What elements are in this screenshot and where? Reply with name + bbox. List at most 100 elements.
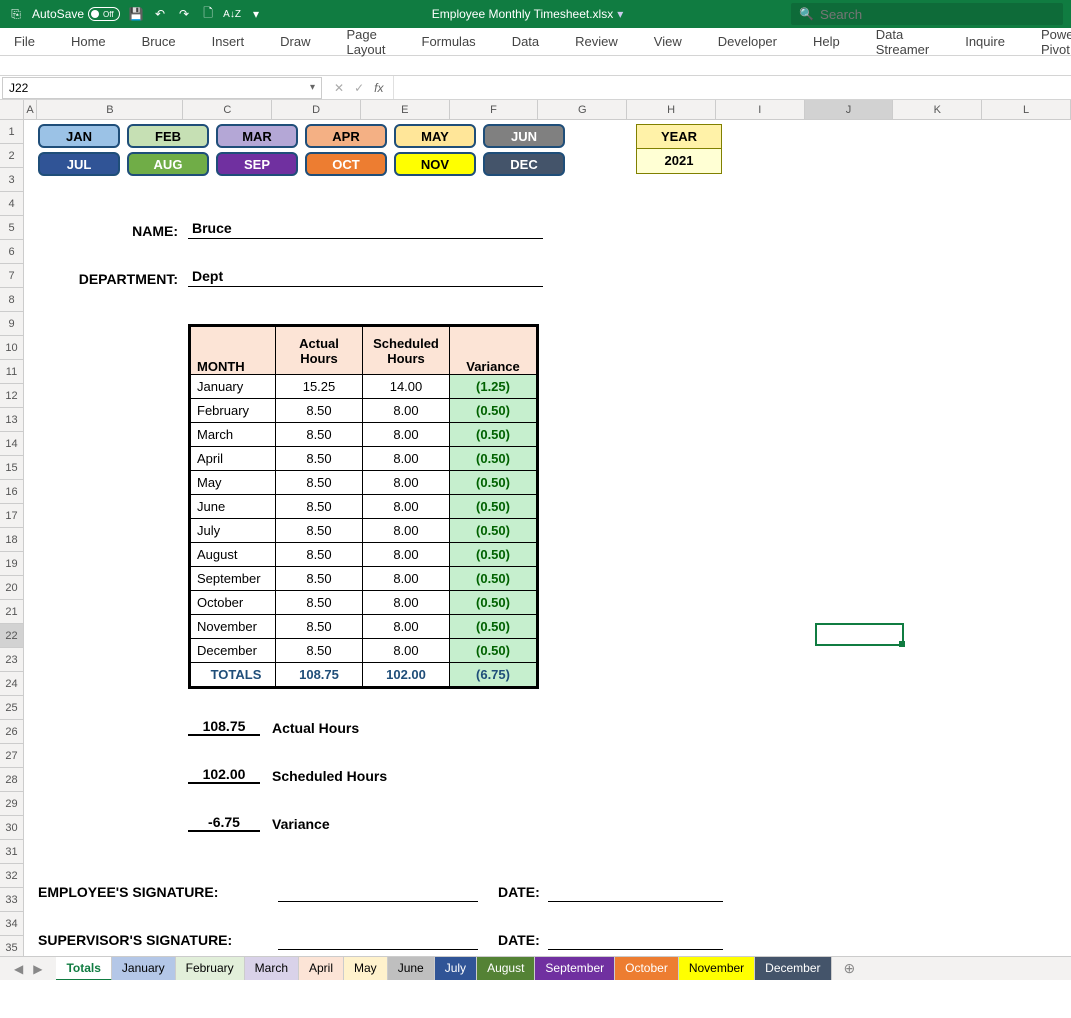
department-value[interactable]: Dept [188, 268, 543, 287]
ribbon-tab-review[interactable]: Review [571, 34, 622, 49]
ribbon-tab-power-pivot[interactable]: Power Pivot [1037, 27, 1071, 57]
ribbon-tab-insert[interactable]: Insert [208, 34, 249, 49]
ribbon-tab-file[interactable]: File [10, 34, 39, 49]
col-header-A[interactable]: A [24, 100, 38, 119]
ribbon-tab-draw[interactable]: Draw [276, 34, 314, 49]
row-header-8[interactable]: 8 [0, 288, 24, 312]
row-header-32[interactable]: 32 [0, 864, 24, 888]
month-button-nov[interactable]: NOV [394, 152, 476, 176]
col-header-G[interactable]: G [538, 100, 627, 119]
new-sheet-button[interactable]: ⊕ [832, 960, 868, 977]
row-header-19[interactable]: 19 [0, 552, 24, 576]
sheet-tab-may[interactable]: May [344, 957, 388, 981]
row-header-34[interactable]: 34 [0, 912, 24, 936]
save-icon[interactable]: 💾 [128, 6, 144, 22]
ribbon-tab-page-layout[interactable]: Page Layout [342, 27, 389, 57]
ribbon-tab-data[interactable]: Data [508, 34, 543, 49]
row-header-11[interactable]: 11 [0, 360, 24, 384]
col-header-I[interactable]: I [716, 100, 805, 119]
ribbon-tab-bruce[interactable]: Bruce [138, 34, 180, 49]
sheet-tab-september[interactable]: September [535, 957, 615, 981]
ribbon-tab-home[interactable]: Home [67, 34, 110, 49]
select-all-corner[interactable] [0, 100, 24, 119]
table-row[interactable]: January15.2514.00(1.25) [191, 375, 537, 399]
table-row[interactable]: September8.508.00(0.50) [191, 567, 537, 591]
undo-icon[interactable]: ↶ [152, 6, 168, 22]
table-row[interactable]: February8.508.00(0.50) [191, 399, 537, 423]
col-header-E[interactable]: E [361, 100, 450, 119]
sheet-tab-december[interactable]: December [755, 957, 831, 981]
row-header-17[interactable]: 17 [0, 504, 24, 528]
row-header-4[interactable]: 4 [0, 192, 24, 216]
row-header-28[interactable]: 28 [0, 768, 24, 792]
sheet-tab-october[interactable]: October [615, 957, 679, 981]
ribbon-tab-data-streamer[interactable]: Data Streamer [872, 27, 933, 57]
month-button-jun[interactable]: JUN [483, 124, 565, 148]
row-header-23[interactable]: 23 [0, 648, 24, 672]
sheet-tab-march[interactable]: March [245, 957, 299, 981]
year-value[interactable]: 2021 [637, 149, 721, 173]
month-button-apr[interactable]: APR [305, 124, 387, 148]
col-header-D[interactable]: D [272, 100, 361, 119]
row-header-18[interactable]: 18 [0, 528, 24, 552]
autosave-toggle[interactable]: AutoSave Off [32, 7, 120, 21]
row-header-3[interactable]: 3 [0, 168, 24, 192]
month-button-oct[interactable]: OCT [305, 152, 387, 176]
ribbon-tab-formulas[interactable]: Formulas [418, 34, 480, 49]
sheet-tab-november[interactable]: November [679, 957, 755, 981]
row-header-27[interactable]: 27 [0, 744, 24, 768]
row-header-12[interactable]: 12 [0, 384, 24, 408]
table-row[interactable]: October8.508.00(0.50) [191, 591, 537, 615]
employee-date-line[interactable] [548, 884, 723, 902]
table-row[interactable]: July8.508.00(0.50) [191, 519, 537, 543]
sheet-tab-totals[interactable]: Totals [56, 957, 111, 981]
tab-nav-next-icon[interactable]: ▶ [33, 962, 42, 976]
col-header-H[interactable]: H [627, 100, 716, 119]
formula-input[interactable] [394, 77, 1071, 99]
ribbon-tab-help[interactable]: Help [809, 34, 844, 49]
worksheet-grid[interactable]: ABCDEFGHIJKL 123456789101112131415161718… [0, 100, 1071, 980]
row-header-22[interactable]: 22 [0, 624, 24, 648]
row-header-2[interactable]: 2 [0, 144, 24, 168]
row-header-24[interactable]: 24 [0, 672, 24, 696]
row-header-16[interactable]: 16 [0, 480, 24, 504]
row-header-6[interactable]: 6 [0, 240, 24, 264]
row-header-9[interactable]: 9 [0, 312, 24, 336]
supervisor-signature-line[interactable] [278, 932, 478, 950]
customize-qat-icon[interactable]: ▾ [248, 6, 264, 22]
row-header-26[interactable]: 26 [0, 720, 24, 744]
col-header-B[interactable]: B [37, 100, 183, 119]
sheet-tab-february[interactable]: February [176, 957, 245, 981]
table-row[interactable]: June8.508.00(0.50) [191, 495, 537, 519]
row-header-29[interactable]: 29 [0, 792, 24, 816]
sheet-tab-july[interactable]: July [435, 957, 477, 981]
employee-signature-line[interactable] [278, 884, 478, 902]
sheet-tab-april[interactable]: April [299, 957, 344, 981]
month-button-sep[interactable]: SEP [216, 152, 298, 176]
row-header-13[interactable]: 13 [0, 408, 24, 432]
col-header-C[interactable]: C [183, 100, 272, 119]
new-file-icon[interactable]: 🗋 [200, 6, 216, 22]
ribbon-tab-developer[interactable]: Developer [714, 34, 781, 49]
col-header-K[interactable]: K [893, 100, 982, 119]
row-header-14[interactable]: 14 [0, 432, 24, 456]
enter-formula-icon[interactable]: ✓ [354, 81, 364, 95]
row-header-31[interactable]: 31 [0, 840, 24, 864]
redo-icon[interactable]: ↷ [176, 6, 192, 22]
col-header-J[interactable]: J [805, 100, 894, 119]
cancel-formula-icon[interactable]: ✕ [334, 81, 344, 95]
row-header-25[interactable]: 25 [0, 696, 24, 720]
table-row[interactable]: December8.508.00(0.50) [191, 639, 537, 663]
search-box[interactable]: 🔍 [791, 3, 1063, 25]
ribbon-tab-inquire[interactable]: Inquire [961, 34, 1009, 49]
row-header-30[interactable]: 30 [0, 816, 24, 840]
name-value[interactable]: Bruce [188, 220, 543, 239]
table-row[interactable]: August8.508.00(0.50) [191, 543, 537, 567]
row-header-20[interactable]: 20 [0, 576, 24, 600]
supervisor-date-line[interactable] [548, 932, 723, 950]
col-header-L[interactable]: L [982, 100, 1071, 119]
sheet-tab-august[interactable]: August [477, 957, 535, 981]
sheet-tab-june[interactable]: June [388, 957, 435, 981]
tab-nav-prev-icon[interactable]: ◀ [14, 962, 23, 976]
month-button-jan[interactable]: JAN [38, 124, 120, 148]
